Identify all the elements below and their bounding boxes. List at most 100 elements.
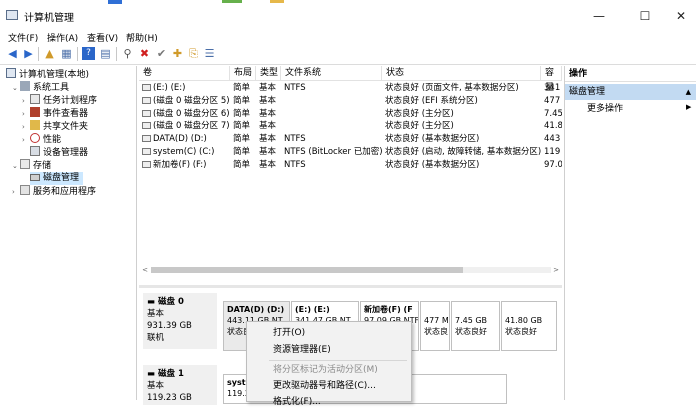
volume-cell[interactable]: 97.0: [541, 159, 562, 172]
volume-cell[interactable]: 简单: [230, 133, 256, 146]
volume-cell[interactable]: (磁盘 0 磁盘分区 5): [139, 95, 230, 108]
horizontal-scrollbar[interactable]: < >: [141, 265, 561, 275]
volume-cell[interactable]: NTFS: [281, 82, 382, 95]
tree-item-shared-folders[interactable]: › 共享文件夹: [22, 120, 88, 133]
scroll-thumb[interactable]: [151, 267, 463, 273]
menu-file[interactable]: 文件(F): [8, 31, 38, 44]
volume-cell[interactable]: [281, 120, 382, 133]
volume-cell[interactable]: 简单: [230, 159, 256, 172]
volume-cell[interactable]: (E:) (E:): [139, 82, 230, 95]
chevron-down-icon[interactable]: ⌄: [12, 160, 20, 173]
volume-cell[interactable]: system(C) (C:): [139, 146, 230, 159]
volume-cell[interactable]: 基本: [256, 120, 281, 133]
volume-cell[interactable]: 状态良好 (启动, 故障转储, 基本数据分区): [382, 146, 541, 159]
volume-cell[interactable]: 简单: [230, 95, 256, 108]
chevron-right-icon[interactable]: ›: [12, 186, 20, 199]
tree-item-services-apps[interactable]: › 服务和应用程序: [12, 185, 96, 198]
disk0-label[interactable]: ▬ 磁盘 0 基本 931.39 GB 联机: [143, 293, 217, 349]
chevron-down-icon[interactable]: ⌄: [12, 82, 20, 95]
tree-item-computer-management[interactable]: 计算机管理(本地): [6, 68, 89, 81]
up-folder-icon[interactable]: ▲: [43, 47, 56, 60]
export-icon[interactable]: ⎘: [187, 47, 200, 60]
volume-cell[interactable]: 7.45: [541, 108, 562, 121]
new-icon[interactable]: ✚: [171, 47, 184, 60]
menu-view[interactable]: 查看(V): [87, 31, 118, 44]
column-header-type[interactable]: 类型: [256, 66, 281, 81]
tree-item-disk-management[interactable]: 磁盘管理: [30, 172, 84, 185]
volume-cell[interactable]: 基本: [256, 82, 281, 95]
help-icon[interactable]: ?: [82, 47, 95, 60]
tree-item-device-manager[interactable]: 设备管理器: [30, 146, 88, 159]
volume-cell[interactable]: 基本: [256, 159, 281, 172]
forward-icon[interactable]: ▶: [22, 47, 35, 60]
scroll-left-icon[interactable]: <: [141, 265, 149, 275]
volume-cell[interactable]: 新加卷(F) (F:): [139, 159, 230, 172]
volume-cell[interactable]: [281, 108, 382, 121]
delete-icon[interactable]: ✖: [138, 47, 151, 60]
scroll-right-icon[interactable]: >: [552, 265, 560, 275]
actions-section-disk-management[interactable]: 磁盘管理 ▲: [565, 84, 696, 100]
volume-cell[interactable]: DATA(D) (D:): [139, 133, 230, 146]
volume-cell[interactable]: NTFS: [281, 133, 382, 146]
back-icon[interactable]: ◀: [6, 47, 19, 60]
column-header-volume[interactable]: 卷: [139, 66, 230, 81]
volume-cell[interactable]: NTFS (BitLocker 已加密): [281, 146, 382, 159]
volume-cell[interactable]: (磁盘 0 磁盘分区 6): [139, 108, 230, 121]
tree-item-storage[interactable]: ⌄ 存储: [12, 159, 51, 172]
tree-item-task-scheduler[interactable]: › 任务计划程序: [22, 94, 97, 107]
menu-item-explorer[interactable]: 资源管理器(E): [273, 341, 331, 359]
volume-cell[interactable]: 简单: [230, 146, 256, 159]
volume-cell[interactable]: 477: [541, 95, 562, 108]
volume-cell[interactable]: 基本: [256, 108, 281, 121]
connect-icon[interactable]: ⚲: [121, 47, 134, 60]
volume-cell[interactable]: 119: [541, 146, 562, 159]
volume-cell[interactable]: 状态良好 (EFI 系统分区): [382, 95, 541, 108]
disk0-partition[interactable]: 41.80 GB 状态良好: [501, 301, 557, 351]
volume-cell[interactable]: 341: [541, 82, 562, 95]
volume-cell[interactable]: 基本: [256, 95, 281, 108]
maximize-button[interactable]: ☐: [630, 6, 660, 26]
volume-cell[interactable]: 状态良好 (主分区): [382, 108, 541, 121]
close-button[interactable]: ✕: [666, 6, 696, 26]
collapse-icon[interactable]: ▲: [686, 84, 691, 100]
volume-cell[interactable]: 41.8: [541, 120, 562, 133]
disk1-label[interactable]: ▬ 磁盘 1 基本 119.23 GB: [143, 365, 217, 405]
volume-cell[interactable]: 简单: [230, 120, 256, 133]
check-icon[interactable]: ✔: [155, 47, 168, 60]
chevron-right-icon[interactable]: ›: [22, 134, 30, 147]
volume-cell[interactable]: 基本: [256, 133, 281, 146]
volume-cell[interactable]: 状态良好 (基本数据分区): [382, 159, 541, 172]
volume-cell[interactable]: 基本: [256, 146, 281, 159]
volume-cell[interactable]: 443: [541, 133, 562, 146]
volume-cell[interactable]: 简单: [230, 108, 256, 121]
disk0-partition[interactable]: 477 M 状态良: [420, 301, 450, 351]
chevron-right-icon[interactable]: ▶: [686, 103, 691, 111]
volume-cell[interactable]: 状态良好 (页面文件, 基本数据分区): [382, 82, 541, 95]
tree-item-event-viewer[interactable]: › 事件查看器: [22, 107, 88, 120]
volume-cell-text: 基本: [259, 83, 277, 93]
volume-cell[interactable]: 简单: [230, 82, 256, 95]
column-header-status[interactable]: 状态: [382, 66, 541, 81]
volume-cell[interactable]: 状态良好 (主分区): [382, 120, 541, 133]
minimize-button[interactable]: —: [584, 6, 614, 26]
view-icon[interactable]: ▤: [99, 47, 112, 60]
menu-action[interactable]: 操作(A): [47, 31, 78, 44]
menu-item-open[interactable]: 打开(O): [273, 324, 305, 342]
list-icon[interactable]: ☰: [203, 47, 216, 60]
volume-icon: [142, 96, 151, 104]
menu-help[interactable]: 帮助(H): [126, 31, 158, 44]
tree-item-performance[interactable]: › 性能: [22, 133, 61, 146]
volume-cell[interactable]: (磁盘 0 磁盘分区 7): [139, 120, 230, 133]
menu-item-format[interactable]: 格式化(F)...: [273, 393, 321, 411]
column-header-capacity[interactable]: 容量: [541, 66, 562, 93]
column-header-layout[interactable]: 布局: [230, 66, 256, 81]
more-actions[interactable]: 更多操作: [587, 102, 623, 116]
volume-cell[interactable]: [281, 95, 382, 108]
disk0-partition[interactable]: 7.45 GB 状态良好: [451, 301, 500, 351]
column-header-filesystem[interactable]: 文件系统: [281, 66, 382, 81]
tree-item-label: 任务计划程序: [43, 96, 98, 106]
tree-item-system-tools[interactable]: ⌄ 系统工具: [12, 81, 69, 94]
properties-icon[interactable]: ▦: [60, 47, 73, 60]
volume-cell[interactable]: NTFS: [281, 159, 382, 172]
volume-cell[interactable]: 状态良好 (基本数据分区): [382, 133, 541, 146]
